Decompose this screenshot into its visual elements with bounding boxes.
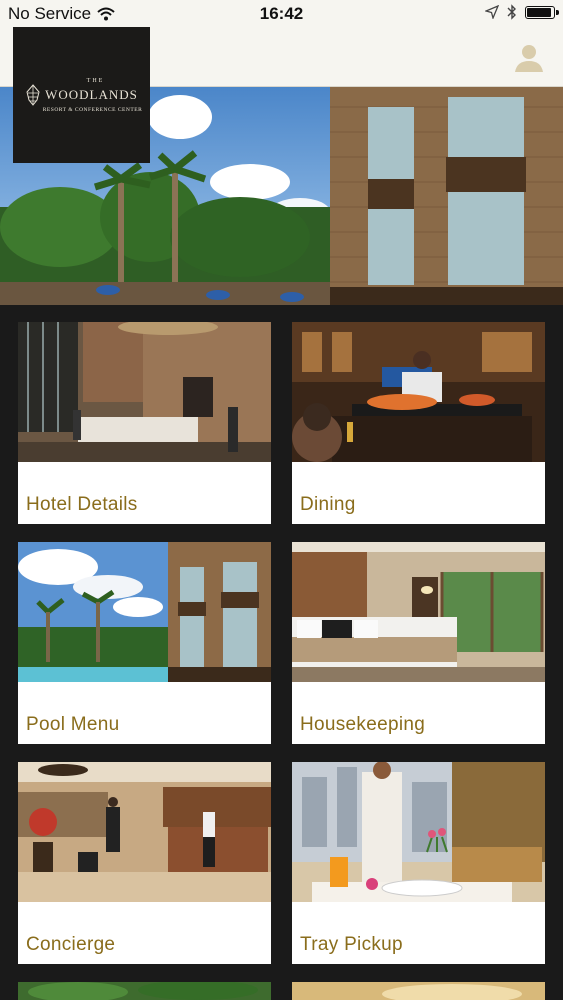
pool-photo <box>18 542 271 682</box>
user-icon[interactable] <box>513 42 545 74</box>
tile-partial-right[interactable] <box>292 982 545 1000</box>
battery-icon <box>525 5 559 19</box>
lobby-photo <box>18 322 271 462</box>
tile-housekeeping[interactable]: Housekeeping <box>292 542 545 744</box>
battery-fill <box>527 7 551 17</box>
status-right <box>485 4 559 20</box>
reception-photo <box>18 762 271 902</box>
status-bar: No Service 16:42 <box>0 0 563 28</box>
logo-name: WOODLANDS <box>45 86 138 102</box>
tile-label: Tray Pickup <box>300 934 403 955</box>
status-time: 16:42 <box>259 4 304 23</box>
room-service-photo <box>292 762 545 902</box>
tile-label: Hotel Details <box>26 494 138 515</box>
dining-photo <box>292 322 545 462</box>
tile-hotel-details[interactable]: Hotel Details <box>18 322 271 524</box>
tile-label: Pool Menu <box>26 714 120 735</box>
garden-photo <box>18 982 271 1000</box>
tile-pool-menu[interactable]: Pool Menu <box>18 542 271 744</box>
bluetooth-icon <box>507 4 516 20</box>
tile-label: Housekeeping <box>300 714 426 735</box>
tile-label: Concierge <box>26 934 116 955</box>
bedroom-photo <box>292 542 545 682</box>
logo-subtitle: RESORT & CONFERENCE CENTER <box>42 106 143 113</box>
location-arrow-icon <box>485 5 499 19</box>
resort-logo[interactable]: THE WOODLANDS RESORT & CONFERENCE CENTER <box>13 27 150 163</box>
tile-dining[interactable]: Dining <box>292 322 545 524</box>
logo-row: WOODLANDS <box>25 83 138 106</box>
tile-concierge[interactable]: Concierge <box>18 762 271 964</box>
interior-photo <box>292 982 545 1000</box>
tile-label: Dining <box>300 494 356 515</box>
tile-partial-left[interactable] <box>18 982 271 1000</box>
pinecone-icon <box>26 83 40 106</box>
tile-tray-pickup[interactable]: Tray Pickup <box>292 762 545 964</box>
